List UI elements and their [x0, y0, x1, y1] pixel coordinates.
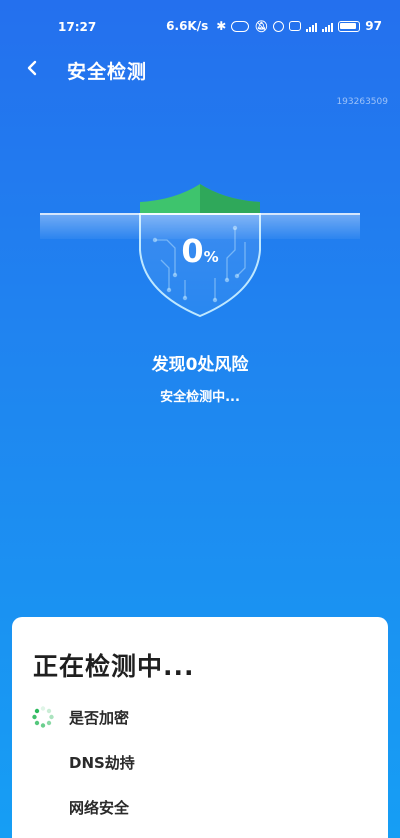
detection-panel: 正在检测中... 是否加密 DNS劫持 网络安全 [12, 617, 388, 838]
check-item-label: DNS劫持 [69, 754, 135, 772]
status-icons: 6.6K/s ✱ 🔕︎ 97 [166, 19, 382, 33]
page-title: 安全检测 [67, 61, 148, 83]
panel-title: 正在检测中... [33, 652, 195, 681]
check-item-encryption: 是否加密 [12, 701, 388, 731]
app-header: 安全检测 [0, 52, 400, 86]
check-item-dns-hijack: DNS劫持 [12, 746, 388, 776]
bluetooth-icon: ✱ [216, 19, 227, 33]
scan-status-text: 安全检测中... [160, 390, 240, 405]
toggle-icon [231, 20, 250, 32]
alarm-icon [273, 20, 285, 32]
back-button[interactable] [18, 54, 46, 82]
shield-graphic: 0% [40, 180, 360, 320]
battery-icon [338, 20, 361, 32]
signal-icon [306, 21, 318, 32]
network-speed: 6.6K/s [166, 19, 209, 33]
loading-spinner-icon [32, 706, 54, 728]
battery-percent: 97 [365, 19, 382, 33]
check-item-label: 网络安全 [69, 799, 130, 817]
mute-bell-icon: 🔕︎ [254, 19, 269, 33]
status-time: 17:27 [58, 20, 97, 34]
check-item-label: 是否加密 [69, 709, 130, 727]
back-arrow-icon [27, 60, 37, 76]
check-item-network-security: 网络安全 [12, 791, 388, 821]
signal-icon-2 [322, 21, 334, 32]
scan-percent: 0% [181, 232, 219, 270]
status-bar: 17:27 6.6K/s ✱ 🔕︎ 97 [0, 0, 400, 50]
hd-icon [289, 21, 302, 31]
risk-count-text: 发现0处风险 [151, 355, 249, 375]
device-id: 193263509 [336, 97, 388, 107]
